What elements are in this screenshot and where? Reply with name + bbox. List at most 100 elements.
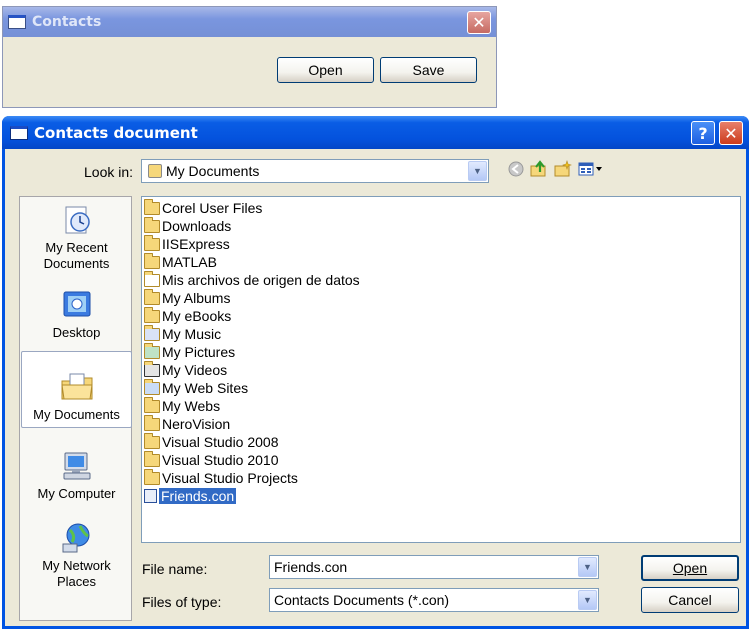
folder-icon	[144, 396, 160, 413]
look-in-label: Look in:	[84, 164, 134, 180]
list-item[interactable]: My Videos	[142, 360, 740, 379]
list-item[interactable]: Corel User Files	[142, 198, 740, 217]
place-label: My Network Places	[42, 558, 111, 589]
folder-icon	[144, 450, 160, 467]
list-item[interactable]: My Webs	[142, 396, 740, 415]
contacts-document-dialog: Contacts document ? ✕ Look in: My Docume…	[2, 116, 749, 629]
file-name: My Videos	[162, 362, 228, 378]
computer-icon	[63, 452, 90, 480]
list-item-selected[interactable]: Friends.con	[142, 487, 740, 505]
my-documents-icon	[60, 373, 93, 400]
save-button[interactable]: Save	[380, 57, 477, 83]
file-name: IISExpress	[162, 236, 230, 252]
file-type-value: Contacts Documents (*.con)	[274, 592, 450, 608]
music-folder-icon	[144, 324, 160, 341]
file-icon	[144, 489, 157, 503]
file-name: My Web Sites	[162, 380, 249, 396]
folder-icon	[144, 306, 160, 323]
file-name: My eBooks	[162, 308, 232, 324]
file-name: NeroVision	[162, 416, 231, 432]
contacts-window-title: Contacts	[32, 14, 102, 30]
my-documents-small-icon	[148, 164, 162, 178]
place-my-computer[interactable]: My Computer	[21, 429, 132, 506]
list-item[interactable]: IISExpress	[142, 234, 740, 253]
pictures-folder-icon	[144, 342, 160, 359]
file-name: Corel User Files	[162, 200, 263, 216]
file-name: Friends.con	[159, 488, 237, 504]
list-item[interactable]: Visual Studio 2010	[142, 450, 740, 469]
list-item[interactable]: MATLAB	[142, 252, 740, 271]
folder-icon	[144, 216, 160, 233]
network-icon	[62, 523, 89, 553]
window-icon	[10, 125, 28, 140]
desktop-icon	[63, 291, 90, 317]
place-my-network-places[interactable]: My Network Places	[21, 506, 132, 594]
file-name: Visual Studio 2010	[162, 452, 279, 468]
up-folder-icon[interactable]	[529, 158, 549, 180]
close-icon[interactable]: ✕	[467, 11, 491, 34]
cancel-button[interactable]: Cancel	[641, 587, 739, 613]
list-item[interactable]: My Albums	[142, 288, 740, 307]
list-item[interactable]: Visual Studio 2008	[142, 432, 740, 451]
place-label: Desktop	[52, 325, 101, 340]
view-menu-icon[interactable]	[577, 158, 605, 180]
list-item[interactable]: Visual Studio Projects	[142, 468, 740, 487]
help-icon[interactable]: ?	[691, 121, 715, 145]
file-name: Downloads	[162, 218, 232, 234]
place-my-recent-documents[interactable]: My Recent Documents	[21, 199, 132, 276]
file-name: My Webs	[162, 398, 221, 414]
list-item[interactable]: My Music	[142, 324, 740, 343]
look-in-dropdown[interactable]: My Documents ▼	[141, 159, 489, 183]
videos-folder-icon	[144, 360, 160, 377]
chevron-down-icon[interactable]: ▼	[578, 590, 597, 610]
open-button[interactable]: Open	[641, 555, 739, 581]
list-item[interactable]: Downloads	[142, 216, 740, 235]
file-name: Visual Studio Projects	[162, 470, 298, 486]
file-name-value: Friends.con	[274, 559, 348, 575]
file-name: My Music	[162, 326, 222, 342]
contacts-titlebar[interactable]: Contacts ✕	[3, 7, 496, 37]
window-icon	[8, 15, 26, 29]
file-name: Mis archivos de origen de datos	[162, 272, 360, 288]
web-folder-icon	[144, 378, 160, 395]
file-name: Visual Studio 2008	[162, 434, 279, 450]
places-bar: My Recent Documents Desktop My Documents…	[19, 196, 132, 621]
file-type-dropdown[interactable]: Contacts Documents (*.con) ▼	[269, 588, 599, 612]
file-list[interactable]: Corel User Files Downloads IISExpress MA…	[141, 196, 741, 543]
file-name-input[interactable]: Friends.con ▼	[269, 555, 599, 579]
new-folder-icon[interactable]	[553, 158, 573, 180]
folder-icon	[144, 432, 160, 449]
open-button[interactable]: Open	[277, 57, 374, 83]
close-icon[interactable]: ✕	[719, 121, 743, 145]
place-label: My Documents	[33, 407, 120, 422]
dialog-title: Contacts document	[34, 123, 198, 142]
place-label: My Computer	[37, 486, 116, 501]
list-item[interactable]: My Web Sites	[142, 378, 740, 397]
dialog-titlebar[interactable]: Contacts document ? ✕	[2, 116, 749, 149]
list-item[interactable]: NeroVision	[142, 414, 740, 433]
list-item[interactable]: My Pictures	[142, 342, 740, 361]
back-icon[interactable]	[507, 158, 525, 180]
place-desktop[interactable]: Desktop	[21, 277, 132, 345]
folder-icon	[144, 414, 160, 431]
folder-icon	[144, 198, 160, 215]
open-button-label: Open	[672, 560, 708, 576]
folder-icon	[144, 288, 160, 305]
folder-icon	[144, 252, 160, 269]
place-label: My Recent Documents	[43, 240, 110, 271]
file-name: MATLAB	[162, 254, 217, 270]
file-name-label: File name:	[142, 561, 208, 577]
place-my-documents[interactable]: My Documents	[21, 351, 132, 428]
list-item[interactable]: My eBooks	[142, 306, 740, 325]
chevron-down-icon[interactable]: ▼	[578, 557, 597, 577]
contacts-window: Contacts ✕ Open Save	[2, 6, 497, 108]
special-folder-icon	[144, 270, 160, 287]
file-name: My Pictures	[162, 344, 236, 360]
folder-icon	[144, 468, 160, 485]
chevron-down-icon[interactable]: ▼	[468, 161, 487, 181]
recent-documents-icon	[65, 206, 90, 234]
file-type-label: Files of type:	[142, 594, 222, 610]
list-item[interactable]: Mis archivos de origen de datos	[142, 270, 740, 289]
file-name: My Albums	[162, 290, 231, 306]
folder-icon	[144, 234, 160, 251]
